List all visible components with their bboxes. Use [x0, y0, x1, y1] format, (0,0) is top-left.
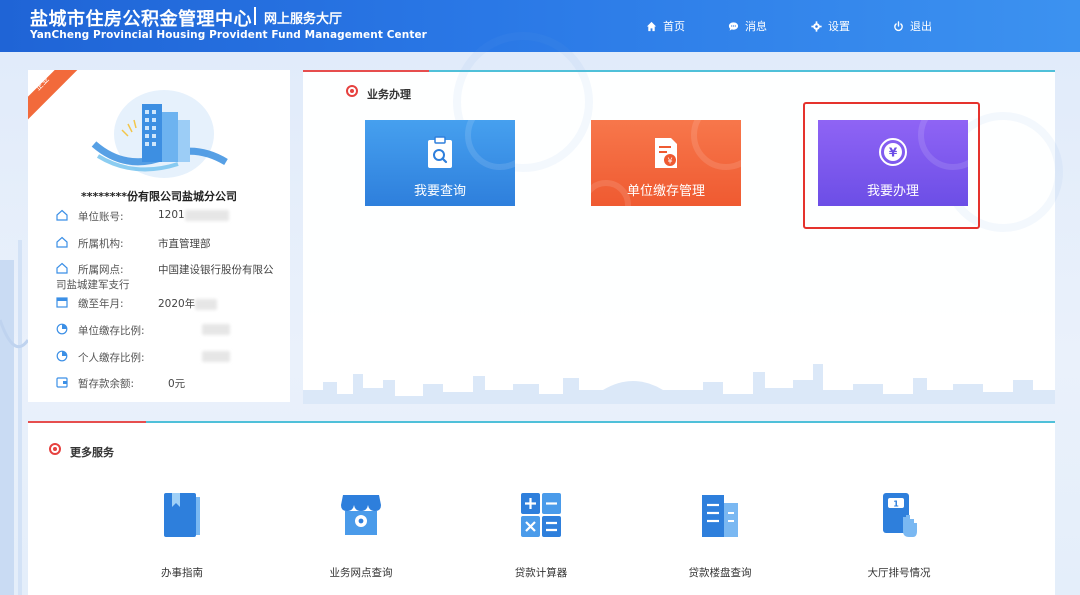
unit-ratio-label: 单位缴存比例: — [78, 325, 145, 337]
message-icon — [728, 21, 739, 31]
service-outlets-label: 业务网点查询 — [329, 567, 393, 579]
paid-label: 缴至年月: — [78, 298, 124, 310]
deposit-management-tile[interactable]: ¥ 单位缴存管理 — [591, 120, 741, 206]
document-yuan-icon: ¥ — [655, 138, 677, 168]
section-bullet-icon — [49, 443, 61, 455]
more-services-panel: 更多服务 办事指南 业务网点查询 贷款计算器 贷款楼盘查询 1 大厅排号情况 — [28, 421, 1055, 595]
site-subtitle: YanCheng Provincial Housing Provident Fu… — [30, 29, 427, 41]
balance-value: 0元 — [168, 378, 186, 390]
calendar-icon — [56, 297, 68, 308]
book-icon — [164, 493, 200, 537]
nav-exit[interactable]: 退出 — [893, 18, 932, 34]
account-value: 1201 — [158, 209, 229, 221]
more-services-title: 更多服务 — [70, 446, 114, 459]
house-icon — [56, 209, 68, 221]
nav-settings[interactable]: 设置 — [811, 18, 850, 34]
company-profile-card: 企业 ********份有限公司盐城分公司 单位账号: 1201 所属机构: 市… — [28, 70, 290, 402]
balance-label: 暂存款余额: — [78, 378, 135, 390]
service-outlets[interactable]: 业务网点查询 — [301, 491, 421, 587]
panel-accent-line — [28, 421, 146, 423]
query-tile[interactable]: 我要查询 — [365, 120, 515, 206]
paid-value: 2020年 — [158, 296, 218, 311]
svg-text:¥: ¥ — [667, 157, 672, 166]
home-icon — [646, 21, 657, 31]
clipboard-search-icon — [428, 136, 452, 168]
highlight-box — [803, 102, 980, 229]
org-label: 所属机构: — [78, 238, 124, 250]
nav-messages[interactable]: 消息 — [728, 18, 767, 34]
branch-label: 所属网点: — [78, 264, 124, 276]
nav-settings-label: 设置 — [828, 20, 850, 33]
site-title: 盐城市住房公积金管理中心 — [30, 9, 252, 30]
pie-chart-icon — [56, 350, 68, 362]
nav-home[interactable]: 首页 — [646, 18, 685, 34]
background-decoration — [0, 240, 28, 595]
company-name: ********份有限公司盐城分公司 — [80, 190, 238, 203]
house-icon — [56, 262, 68, 274]
service-calculator-label: 贷款计算器 — [514, 567, 568, 579]
nav-messages-label: 消息 — [745, 20, 767, 33]
city-skyline-decoration — [303, 364, 1055, 404]
tile-decoration — [465, 120, 515, 170]
business-panel: 业务办理 我要查询 ¥ 单位缴存管理 ¥ 我要办理 — [303, 32, 1063, 404]
personal-ratio-label: 个人缴存比例: — [78, 352, 145, 364]
service-buildings-label: 贷款楼盘查询 — [688, 567, 752, 579]
branch-value-line2: 司盐城建军支行 — [56, 279, 130, 291]
query-tile-label: 我要查询 — [413, 184, 466, 199]
business-section-title: 业务办理 — [367, 88, 411, 101]
nav-home-label: 首页 — [663, 20, 685, 33]
wallet-icon — [56, 377, 68, 388]
title-divider — [254, 7, 256, 25]
pie-chart-icon — [56, 323, 68, 335]
gear-icon — [811, 20, 822, 32]
power-icon — [894, 20, 903, 31]
deposit-tile-label: 单位缴存管理 — [626, 184, 705, 199]
calculator-icon — [521, 493, 561, 537]
svg-text:1: 1 — [893, 500, 899, 509]
org-value: 市直管理部 — [158, 238, 211, 250]
service-buildings[interactable]: 贷款楼盘查询 — [660, 491, 780, 587]
service-guide[interactable]: 办事指南 — [122, 491, 242, 587]
building-illustration — [91, 90, 228, 178]
building-icon — [702, 495, 738, 537]
panel-accent-line — [303, 70, 429, 72]
branch-value-line1: 中国建设银行股份有限公 — [158, 264, 274, 276]
account-label: 单位账号: — [78, 211, 124, 223]
service-guide-label: 办事指南 — [161, 567, 203, 579]
house-icon — [56, 236, 68, 248]
service-queue-label: 大厅排号情况 — [867, 567, 931, 579]
service-queue[interactable]: 1 大厅排号情况 — [839, 491, 959, 587]
unit-ratio-value — [202, 323, 230, 335]
site-hall-name: 网上服务大厅 — [264, 12, 343, 27]
section-bullet-icon — [346, 85, 358, 97]
store-location-icon — [341, 495, 381, 535]
personal-ratio-value — [202, 350, 230, 362]
queue-ticket-icon: 1 — [883, 493, 917, 537]
nav-exit-label: 退出 — [910, 20, 932, 33]
tile-decoration — [691, 120, 741, 170]
service-calculator[interactable]: 贷款计算器 — [481, 491, 601, 587]
